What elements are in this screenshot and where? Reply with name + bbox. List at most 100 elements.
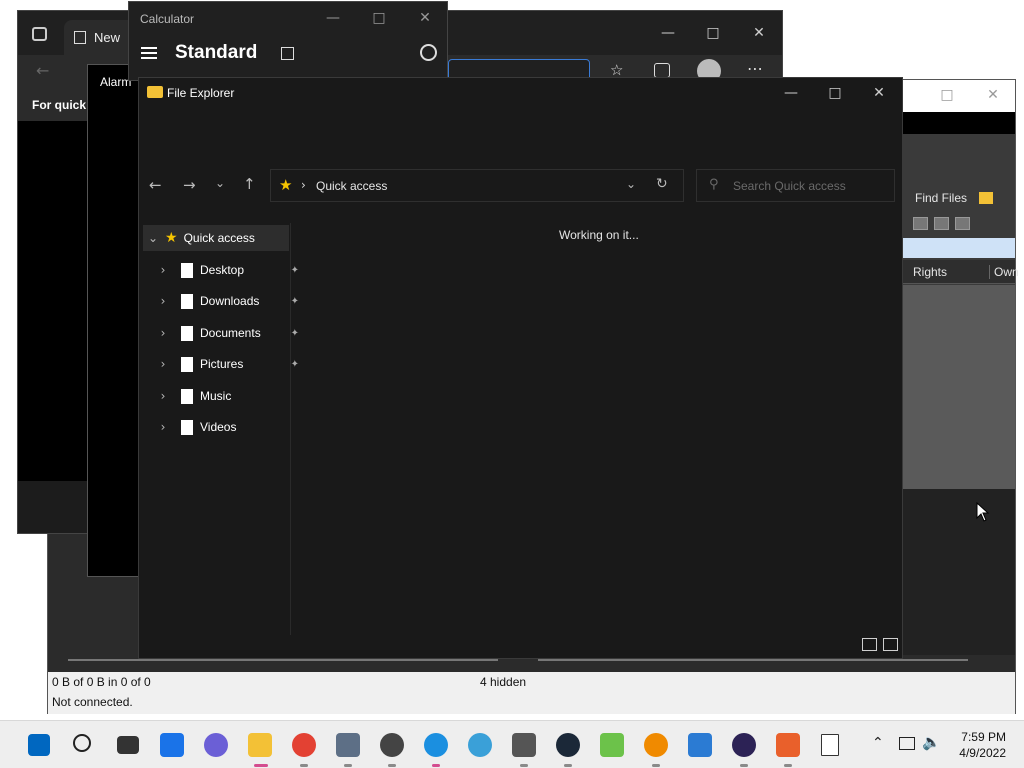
sidebar-item-documents[interactable]: › Documents ✦ (153, 320, 299, 346)
notepad-icon[interactable] (821, 734, 839, 756)
pin-icon[interactable]: ✦ (291, 328, 299, 339)
refresh-icon[interactable]: ↻ (656, 176, 668, 192)
address-bar[interactable]: ★ › Quick access ⌄ ↻ (270, 169, 684, 202)
sidebar-item-downloads[interactable]: › Downloads ✦ (153, 288, 299, 314)
sidebar-item-desktop[interactable]: › Desktop ✦ (153, 257, 299, 283)
find-files-label: Find Files (915, 191, 968, 205)
calculator-icon[interactable] (336, 733, 360, 757)
explorer-maximize-button[interactable]: □ (812, 78, 858, 108)
chrome-icon[interactable] (292, 733, 316, 757)
tab-actions-icon[interactable] (32, 27, 47, 41)
running-indicator (564, 764, 572, 767)
task-view-icon[interactable] (117, 736, 139, 754)
search-tool-icon[interactable] (644, 733, 668, 757)
hidden-count: 4 hidden (480, 675, 527, 689)
clock-date: 4/9/2022 (959, 746, 1006, 760)
folder-tree-icon[interactable] (979, 192, 994, 204)
sidebar-item-label: Music (200, 389, 232, 403)
toolbar-btn-icon[interactable] (913, 217, 928, 230)
hamburger-menu-icon[interactable] (141, 47, 157, 59)
edge-maximize-button[interactable]: □ (690, 18, 736, 48)
search-box[interactable]: ⚲ Search Quick access (696, 169, 895, 202)
ftp-close-button[interactable]: ✕ (970, 80, 1016, 110)
calc-maximize-button[interactable]: □ (356, 3, 402, 33)
loading-status: Working on it... (559, 228, 639, 242)
sidebar-item-label: Downloads (200, 294, 260, 308)
alarms-clock-icon[interactable] (380, 733, 404, 757)
vpn-lock-icon[interactable] (512, 733, 536, 757)
volume-icon[interactable]: 🔈 (922, 733, 941, 751)
column-header-owner[interactable]: Own (989, 265, 1019, 279)
breadcrumb-chevron-icon[interactable]: › (301, 178, 306, 192)
keep-on-top-icon[interactable] (281, 47, 294, 60)
edge-icon[interactable] (424, 733, 448, 757)
edge-minimize-button[interactable]: — (645, 18, 691, 48)
collapsed-chevron-icon[interactable]: › (153, 357, 173, 371)
pin-icon[interactable]: ✦ (291, 359, 299, 370)
find-files-button[interactable]: Find Files (903, 184, 1015, 212)
collapsed-chevron-icon[interactable]: › (153, 326, 173, 340)
sidebar-item-pictures[interactable]: › Pictures ✦ (153, 351, 299, 377)
file-explorer-icon[interactable] (248, 733, 272, 757)
taskbar: ⌃ 🔈 7:59 PM 4/9/2022 (0, 720, 1024, 768)
calculator-window[interactable]: Calculator — □ ✕ Standard (128, 1, 448, 81)
eclipse-icon[interactable] (732, 733, 756, 757)
forward-arrow-icon[interactable]: → (183, 176, 196, 194)
collapsed-chevron-icon[interactable]: › (153, 389, 173, 403)
teams-chat-icon[interactable] (204, 733, 228, 757)
large-icons-view-icon[interactable] (883, 638, 898, 651)
new-tab-page-icon (74, 31, 86, 44)
collapsed-chevron-icon[interactable]: › (153, 294, 173, 308)
running-indicator (432, 764, 440, 767)
back-arrow-icon[interactable]: ← (36, 61, 49, 80)
pin-icon[interactable]: ✦ (291, 296, 299, 307)
document-icon (181, 262, 193, 278)
ftp-path-bar[interactable] (903, 238, 1015, 258)
recent-locations-chevron-icon[interactable]: ⌄ (215, 176, 225, 190)
search-placeholder[interactable]: Search Quick access (733, 179, 846, 193)
globe-icon[interactable] (468, 733, 492, 757)
collapsed-chevron-icon[interactable]: › (153, 420, 173, 434)
connection-status-bar: Not connected. (48, 692, 1015, 714)
collapsed-chevron-icon[interactable]: › (153, 263, 173, 277)
column-header-rights[interactable]: Rights (913, 265, 947, 279)
widgets-icon[interactable] (160, 733, 184, 757)
details-view-icon[interactable] (862, 638, 877, 651)
address-path[interactable]: Quick access (316, 179, 387, 193)
toolbar-btn-icon[interactable] (955, 217, 970, 230)
toolbar-btn-icon[interactable] (934, 217, 949, 230)
sidebar-item-music[interactable]: › Music (153, 383, 299, 409)
system-clock[interactable]: 7:59 PM 4/9/2022 (959, 729, 1006, 761)
more-menu-icon[interactable]: ⋯ (747, 59, 763, 78)
calc-minimize-button[interactable]: — (310, 3, 356, 33)
address-dropdown-icon[interactable]: ⌄ (626, 177, 636, 191)
transfer-summary: 0 B of 0 B in 0 of 0 (52, 675, 151, 689)
expanded-chevron-icon[interactable]: ⌄ (143, 231, 163, 245)
explorer-close-button[interactable]: ✕ (856, 78, 902, 108)
document-icon (181, 325, 193, 341)
start-icon[interactable] (28, 734, 50, 756)
show-hidden-icons-icon[interactable]: ⌃ (872, 735, 884, 751)
calc-close-button[interactable]: ✕ (402, 3, 448, 33)
navigation-pane[interactable]: ⌄ ★ Quick access › Desktop ✦ › Downloads… (139, 223, 299, 635)
vscode-icon[interactable] (688, 733, 712, 757)
ftp-maximize-button[interactable]: □ (924, 80, 970, 110)
network-icon[interactable] (899, 737, 915, 750)
explorer-minimize-button[interactable]: — (768, 78, 814, 108)
up-arrow-icon[interactable]: ↑ (243, 175, 256, 193)
document-icon (181, 293, 193, 309)
ftp-file-list[interactable] (903, 285, 1015, 489)
edge-close-button[interactable]: ✕ (736, 18, 782, 48)
search-icon[interactable] (73, 734, 91, 752)
sidebar-item-quick-access[interactable]: ⌄ ★ Quick access (143, 225, 289, 251)
android-app-icon[interactable] (600, 733, 624, 757)
pin-icon[interactable]: ✦ (291, 265, 299, 276)
history-icon[interactable] (420, 44, 437, 61)
ftp-status-bar: 0 B of 0 B in 0 of 0 4 hidden (48, 672, 1015, 692)
settings-app-icon[interactable] (776, 733, 800, 757)
collections-icon[interactable] (654, 63, 670, 78)
sidebar-item-videos[interactable]: › Videos (153, 414, 299, 440)
back-arrow-icon[interactable]: ← (149, 176, 162, 194)
file-explorer-window[interactable]: File Explorer — □ ✕ ← → ⌄ ↑ ★ › Quick ac… (138, 77, 903, 659)
steam-icon[interactable] (556, 733, 580, 757)
